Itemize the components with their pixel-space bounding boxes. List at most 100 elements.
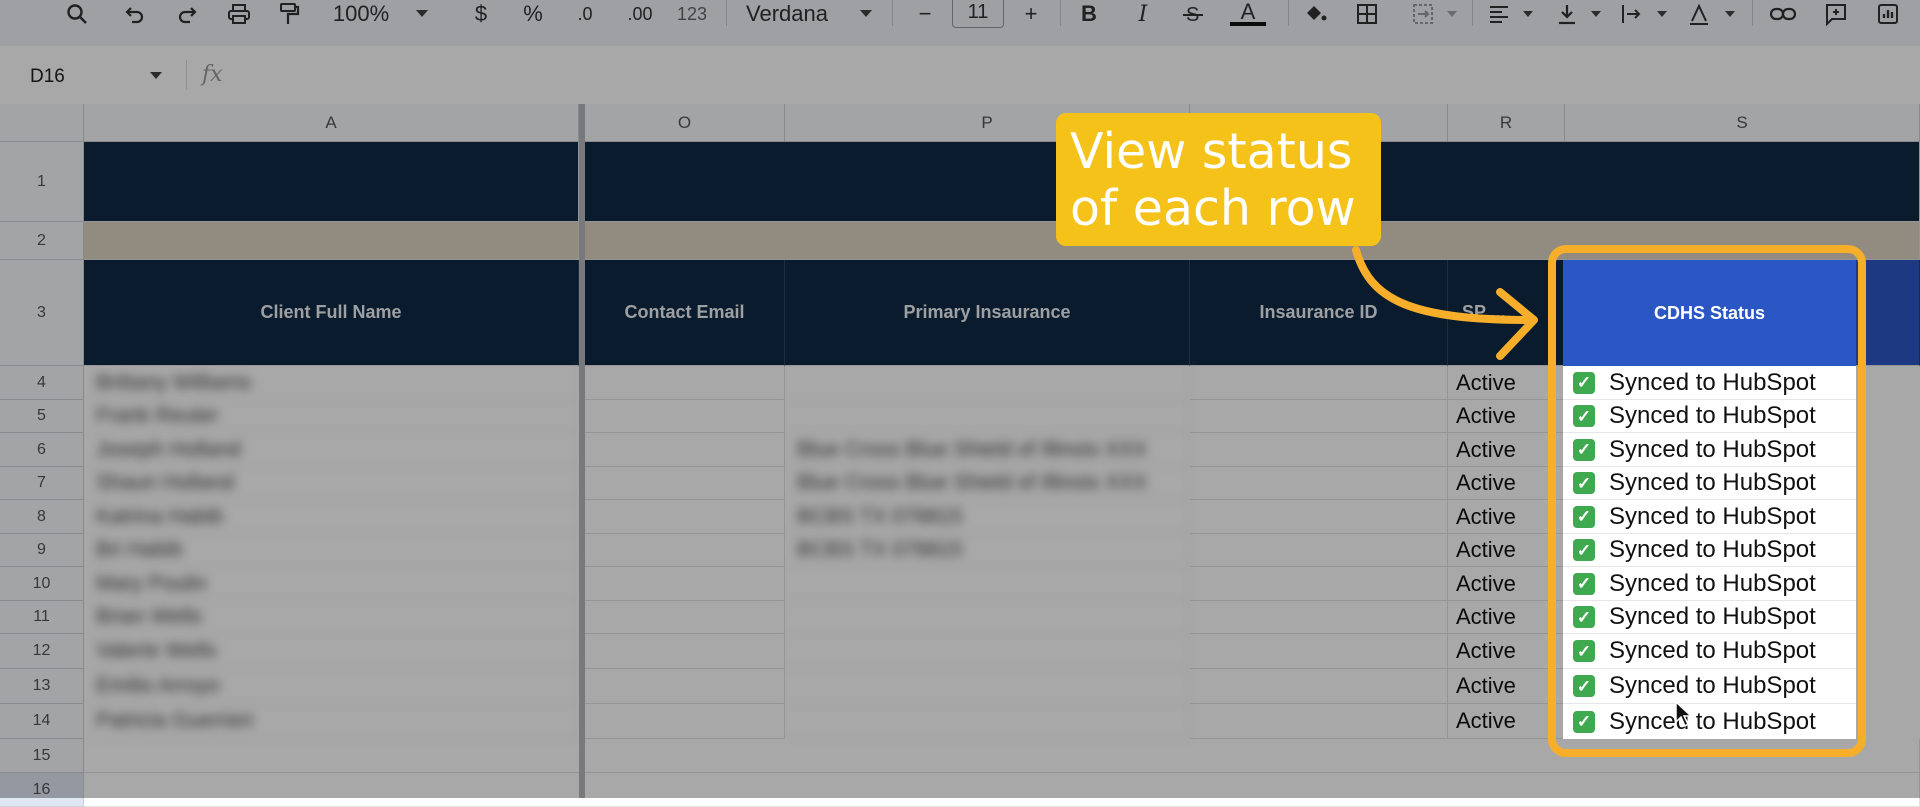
email-cell[interactable] — [585, 567, 785, 601]
decrease-font-size-button[interactable]: − — [910, 0, 940, 28]
title-banner[interactable] — [84, 142, 579, 222]
row-header[interactable]: 16 — [0, 773, 84, 807]
insurance-cell[interactable] — [785, 400, 1190, 433]
valign-icon[interactable] — [1552, 0, 1582, 28]
client-name-cell[interactable]: Bri Habib — [84, 534, 579, 567]
client-name-cell[interactable]: Shaun Holland — [84, 467, 579, 500]
row-header[interactable]: 11 — [0, 601, 84, 634]
bold-button[interactable]: B — [1074, 0, 1104, 28]
insurance-id-cell[interactable] — [1190, 534, 1448, 567]
strikethrough-icon[interactable]: S — [1178, 0, 1208, 28]
link-icon[interactable] — [1766, 0, 1800, 28]
increase-font-size-button[interactable]: + — [1016, 0, 1046, 28]
insurance-id-cell[interactable] — [1190, 601, 1448, 634]
insurance-cell[interactable] — [785, 669, 1190, 704]
client-name-cell[interactable]: Emilio Arroyo — [84, 669, 579, 704]
row-header[interactable]: 14 — [0, 704, 84, 739]
email-cell[interactable] — [585, 433, 785, 467]
header-primary-insurance[interactable]: Primary Insaurance — [785, 260, 1190, 366]
email-cell[interactable] — [585, 704, 785, 739]
chevron-down-icon[interactable] — [150, 72, 162, 79]
insurance-cell[interactable] — [785, 601, 1190, 634]
insurance-id-cell[interactable] — [1190, 669, 1448, 704]
insurance-cell[interactable] — [785, 704, 1190, 739]
client-name-cell[interactable]: Brittany Williams — [84, 366, 579, 400]
email-cell[interactable] — [585, 601, 785, 634]
email-cell[interactable] — [585, 634, 785, 669]
client-name-cell[interactable]: Valerie Wells — [84, 634, 579, 669]
spacer-row[interactable] — [84, 222, 579, 260]
chart-icon[interactable] — [1872, 0, 1904, 28]
insurance-id-cell[interactable] — [1190, 433, 1448, 467]
client-name-cell[interactable]: Joseph Holland — [84, 433, 579, 467]
insurance-id-cell[interactable] — [1190, 467, 1448, 500]
text-color-button[interactable]: A — [1228, 0, 1268, 28]
insurance-id-cell[interactable] — [1190, 400, 1448, 433]
increase-decimal-button[interactable]: .00 — [620, 0, 660, 28]
text-wrap-icon[interactable] — [1616, 0, 1646, 28]
row-header[interactable]: 7 — [0, 467, 84, 500]
empty-row[interactable] — [84, 773, 1920, 807]
italic-button[interactable]: I — [1128, 0, 1158, 28]
email-cell[interactable] — [585, 366, 785, 400]
email-cell[interactable] — [585, 467, 785, 500]
row-header[interactable]: 2 — [0, 222, 84, 260]
column-header-a[interactable]: A — [84, 104, 579, 142]
email-cell[interactable] — [585, 669, 785, 704]
zoom-select[interactable]: 100% — [326, 0, 396, 28]
redo-icon[interactable] — [172, 0, 202, 28]
comment-icon[interactable] — [1820, 0, 1852, 28]
insurance-id-cell[interactable] — [1190, 634, 1448, 669]
insurance-cell[interactable] — [785, 366, 1190, 400]
chevron-down-icon[interactable] — [1588, 0, 1604, 28]
client-name-cell[interactable]: Mary Poulin — [84, 567, 579, 601]
print-icon[interactable] — [224, 0, 254, 28]
insurance-id-cell[interactable] — [1190, 704, 1448, 739]
chevron-down-icon[interactable] — [412, 0, 432, 28]
row-header[interactable]: 8 — [0, 500, 84, 534]
insurance-cell[interactable]: BCBS TX 078815 — [785, 534, 1190, 567]
row-header[interactable]: 6 — [0, 433, 84, 467]
column-header-s[interactable]: S — [1565, 104, 1920, 142]
email-cell[interactable] — [585, 400, 785, 433]
insurance-cell[interactable]: BCBS TX 078815 — [785, 500, 1190, 534]
merge-icon[interactable] — [1408, 0, 1438, 28]
chevron-down-icon[interactable] — [1654, 0, 1670, 28]
frozen-column-divider[interactable] — [579, 104, 585, 798]
insurance-cell[interactable]: Blue Cross Blue Shield of Illinois XXX — [785, 467, 1190, 500]
insurance-cell[interactable] — [785, 567, 1190, 601]
font-select[interactable]: Verdana — [746, 0, 846, 28]
row-header[interactable]: 10 — [0, 567, 84, 601]
client-name-cell[interactable]: Katrina Habib — [84, 500, 579, 534]
align-icon[interactable] — [1484, 0, 1514, 28]
row-header[interactable]: 12 — [0, 634, 84, 669]
row-header[interactable]: 15 — [0, 739, 84, 773]
percent-button[interactable]: % — [518, 0, 548, 28]
insurance-cell[interactable] — [785, 634, 1190, 669]
row-header[interactable]: 1 — [0, 142, 84, 222]
name-box[interactable]: D16 — [30, 66, 65, 88]
row-header[interactable]: 9 — [0, 534, 84, 567]
header-contact-email[interactable]: Contact Email — [585, 260, 785, 366]
insurance-id-cell[interactable] — [1190, 567, 1448, 601]
client-name-cell[interactable]: Frank Reuter — [84, 400, 579, 433]
fill-color-icon[interactable] — [1298, 0, 1332, 28]
header-client-full-name[interactable]: Client Full Name — [84, 260, 579, 366]
row-header[interactable]: 4 — [0, 366, 84, 400]
paint-format-icon[interactable] — [274, 0, 304, 28]
row-header[interactable]: 5 — [0, 400, 84, 433]
text-rotate-icon[interactable] — [1684, 0, 1714, 28]
decrease-decimal-button[interactable]: .0 — [568, 0, 602, 28]
insurance-cell[interactable]: Blue Cross Blue Shield of Illinois XXX — [785, 433, 1190, 467]
insurance-id-cell[interactable] — [1190, 500, 1448, 534]
undo-icon[interactable] — [120, 0, 150, 28]
currency-button[interactable]: $ — [466, 0, 496, 28]
borders-icon[interactable] — [1352, 0, 1382, 28]
row-header[interactable]: 3 — [0, 260, 84, 366]
number-format-button[interactable]: 123 — [672, 0, 712, 28]
client-name-cell[interactable]: Patricia Guerrieri — [84, 704, 579, 739]
select-all-corner[interactable] — [0, 104, 84, 142]
client-name-cell[interactable]: Brian Wells — [84, 601, 579, 634]
chevron-down-icon[interactable] — [1722, 0, 1738, 28]
column-header-o[interactable]: O — [585, 104, 785, 142]
